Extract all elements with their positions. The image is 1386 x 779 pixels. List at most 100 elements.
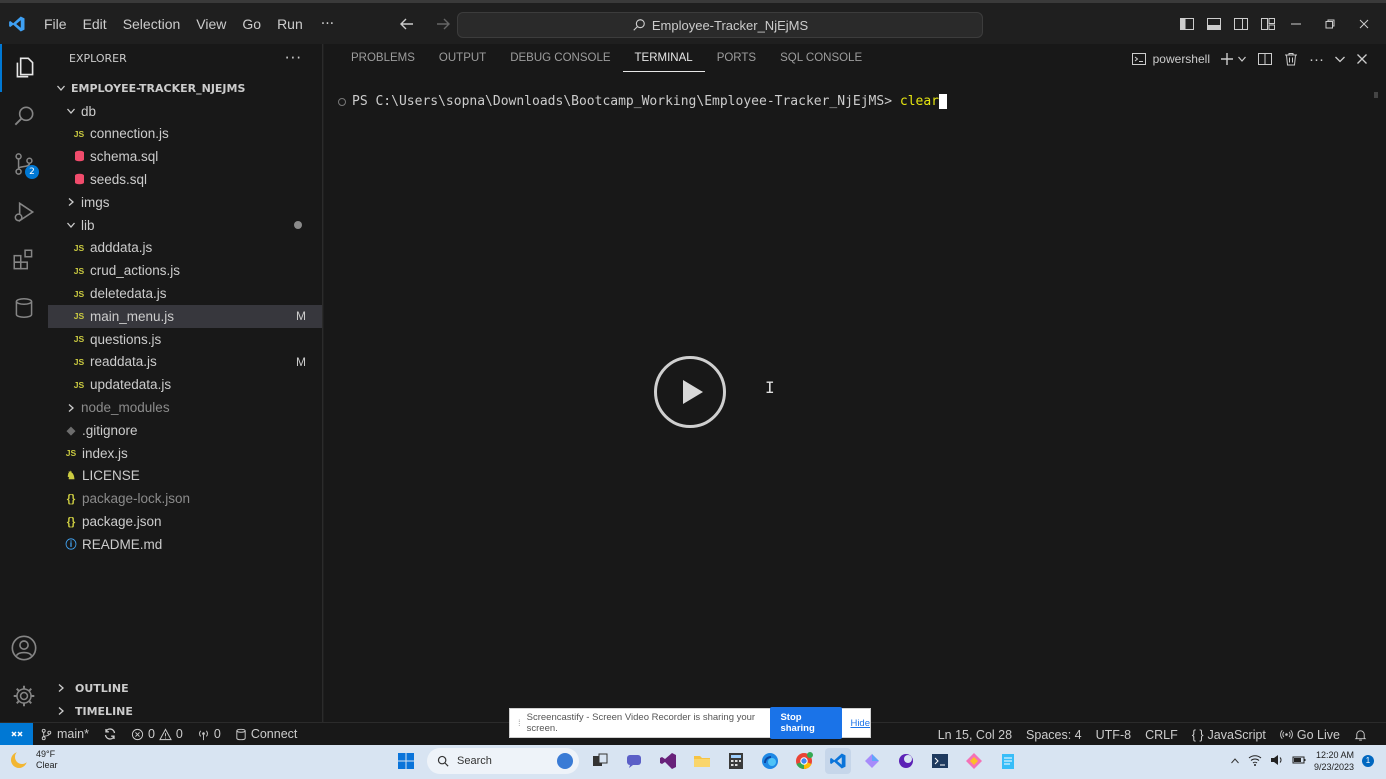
vscode-taskbar-icon[interactable] xyxy=(825,748,851,774)
remote-indicator-icon[interactable] xyxy=(0,722,33,746)
clock[interactable]: 12:20 AM 9/23/2023 xyxy=(1314,749,1354,773)
visual-studio-icon[interactable] xyxy=(655,748,681,774)
edge-browser-icon[interactable] xyxy=(757,748,783,774)
app-icon-purple[interactable] xyxy=(893,748,919,774)
close-window-icon[interactable] xyxy=(1353,13,1375,35)
database-icon[interactable] xyxy=(0,284,48,332)
tree-item[interactable]: JS crud_actions.js xyxy=(48,259,322,282)
app-icon-gradient[interactable] xyxy=(961,748,987,774)
notifications-bell-icon[interactable] xyxy=(1347,728,1374,742)
new-terminal-button[interactable] xyxy=(1220,48,1247,70)
tree-item[interactable]: JS adddata.js xyxy=(48,237,322,260)
tree-item[interactable]: JS deletedata.js xyxy=(48,282,322,305)
menu-run[interactable]: Run xyxy=(269,10,311,38)
tree-item[interactable]: seeds.sql xyxy=(48,168,322,191)
minimize-icon[interactable] xyxy=(1285,13,1307,35)
tab-problems[interactable]: PROBLEMS xyxy=(339,44,427,72)
video-play-icon[interactable] xyxy=(654,356,726,428)
drag-handle-icon[interactable]: ⁞ xyxy=(518,718,521,729)
tab-terminal[interactable]: TERMINAL xyxy=(622,44,705,72)
notepad-icon[interactable] xyxy=(995,748,1021,774)
close-panel-icon[interactable] xyxy=(1356,48,1368,70)
manage-gear-icon[interactable] xyxy=(0,672,48,720)
chat-app-icon[interactable] xyxy=(621,748,647,774)
battery-icon[interactable] xyxy=(1292,754,1306,769)
app-icon-colorful[interactable] xyxy=(859,748,885,774)
menu-selection[interactable]: Selection xyxy=(115,10,189,38)
menu-view[interactable]: View xyxy=(188,10,234,38)
terminal-scrollbar[interactable] xyxy=(1374,92,1378,98)
chrome-browser-icon[interactable] xyxy=(791,748,817,774)
stop-sharing-button[interactable]: Stop sharing xyxy=(770,707,843,739)
indentation[interactable]: Spaces: 4 xyxy=(1019,728,1089,742)
tree-item[interactable]: JS questions.js xyxy=(48,328,322,351)
ports-status[interactable]: 0 xyxy=(190,727,228,741)
menu-edit[interactable]: Edit xyxy=(75,10,115,38)
explorer-more-button[interactable]: ··· xyxy=(285,49,302,67)
tree-item[interactable]: JS readdata.js M xyxy=(48,351,322,374)
branch-status[interactable]: main* xyxy=(33,727,96,741)
menu-go[interactable]: Go xyxy=(234,10,269,38)
wifi-icon[interactable] xyxy=(1248,754,1262,769)
taskbar-search[interactable]: Search xyxy=(427,748,579,774)
maximize-panel-chevron-icon[interactable] xyxy=(1334,48,1346,70)
search-view-icon[interactable] xyxy=(0,92,48,140)
run-debug-icon[interactable] xyxy=(0,188,48,236)
sync-icon[interactable] xyxy=(96,727,124,741)
tree-item[interactable]: JS main_menu.js M xyxy=(48,304,322,328)
tree-item[interactable]: imgs xyxy=(48,191,322,214)
accounts-icon[interactable] xyxy=(0,624,48,672)
windows-start-icon[interactable] xyxy=(393,748,419,774)
tab-debug-console[interactable]: DEBUG CONSOLE xyxy=(498,44,622,72)
notification-badge[interactable]: 1 xyxy=(1362,755,1374,767)
tree-item[interactable]: JS updatedata.js xyxy=(48,373,322,396)
split-terminal-icon[interactable] xyxy=(1257,48,1273,70)
customize-layout-icon[interactable] xyxy=(1257,13,1278,35)
tab-ports[interactable]: PORTS xyxy=(705,44,768,72)
tree-item[interactable]: node_modules xyxy=(48,396,322,419)
toggle-primary-sidebar-icon[interactable] xyxy=(1176,13,1197,35)
restore-icon[interactable] xyxy=(1319,13,1341,35)
task-view-icon[interactable] xyxy=(587,748,613,774)
kill-terminal-trash-icon[interactable] xyxy=(1283,48,1299,70)
tree-item[interactable]: lib xyxy=(48,214,322,237)
language-mode[interactable]: { } JavaScript xyxy=(1185,728,1273,742)
explorer-icon[interactable] xyxy=(0,44,48,92)
command-center-search[interactable]: Employee-Tracker_NjEjMS xyxy=(457,12,983,38)
tree-item[interactable]: {} package-lock.json xyxy=(48,487,322,510)
calculator-icon[interactable] xyxy=(723,748,749,774)
go-forward-icon[interactable] xyxy=(432,13,454,35)
tree-item[interactable]: ◆ .gitignore xyxy=(48,419,322,442)
database-connect-status[interactable]: Connect xyxy=(228,727,305,741)
workspace-root[interactable]: EMPLOYEE-TRACKER_NJEJMS xyxy=(48,77,322,100)
tree-item[interactable]: ♞ LICENSE xyxy=(48,465,322,488)
tree-item[interactable]: JS connection.js xyxy=(48,123,322,146)
tab-sql-console[interactable]: SQL CONSOLE xyxy=(768,44,874,72)
cursor-position[interactable]: Ln 15, Col 28 xyxy=(931,728,1019,742)
end-of-line[interactable]: CRLF xyxy=(1138,728,1185,742)
timeline-section[interactable]: TIMELINE xyxy=(48,700,323,722)
menu-more-button[interactable]: ··· xyxy=(311,16,344,32)
outline-section[interactable]: OUTLINE xyxy=(48,677,323,699)
toggle-panel-icon[interactable] xyxy=(1203,13,1224,35)
tree-item[interactable]: {} package.json xyxy=(48,510,322,533)
volume-icon[interactable] xyxy=(1270,754,1284,769)
go-back-icon[interactable] xyxy=(396,13,418,35)
tray-chevron-up-icon[interactable] xyxy=(1230,754,1240,769)
tree-item[interactable]: JS index.js xyxy=(48,442,322,465)
go-live-button[interactable]: Go Live xyxy=(1273,728,1347,742)
tree-item[interactable]: db xyxy=(48,100,322,123)
file-explorer-icon[interactable] xyxy=(689,748,715,774)
encoding[interactable]: UTF-8 xyxy=(1089,728,1138,742)
terminal-line[interactable]: PS C:\Users\sopna\Downloads\Bootcamp_Wor… xyxy=(338,94,948,109)
terminal-shell-selector[interactable]: powershell xyxy=(1131,48,1210,70)
tree-item[interactable]: schema.sql xyxy=(48,145,322,168)
menu-file[interactable]: File xyxy=(36,10,75,38)
terminal-app-icon[interactable] xyxy=(927,748,953,774)
tree-item[interactable]: ⓘ README.md xyxy=(48,533,322,556)
hide-link[interactable]: Hide xyxy=(850,718,870,729)
weather-widget[interactable]: 49°F Clear xyxy=(8,749,58,771)
problems-status[interactable]: 0 0 xyxy=(124,727,190,741)
source-control-icon[interactable]: 2 xyxy=(0,140,48,188)
panel-more-icon[interactable]: ··· xyxy=(1309,48,1324,70)
